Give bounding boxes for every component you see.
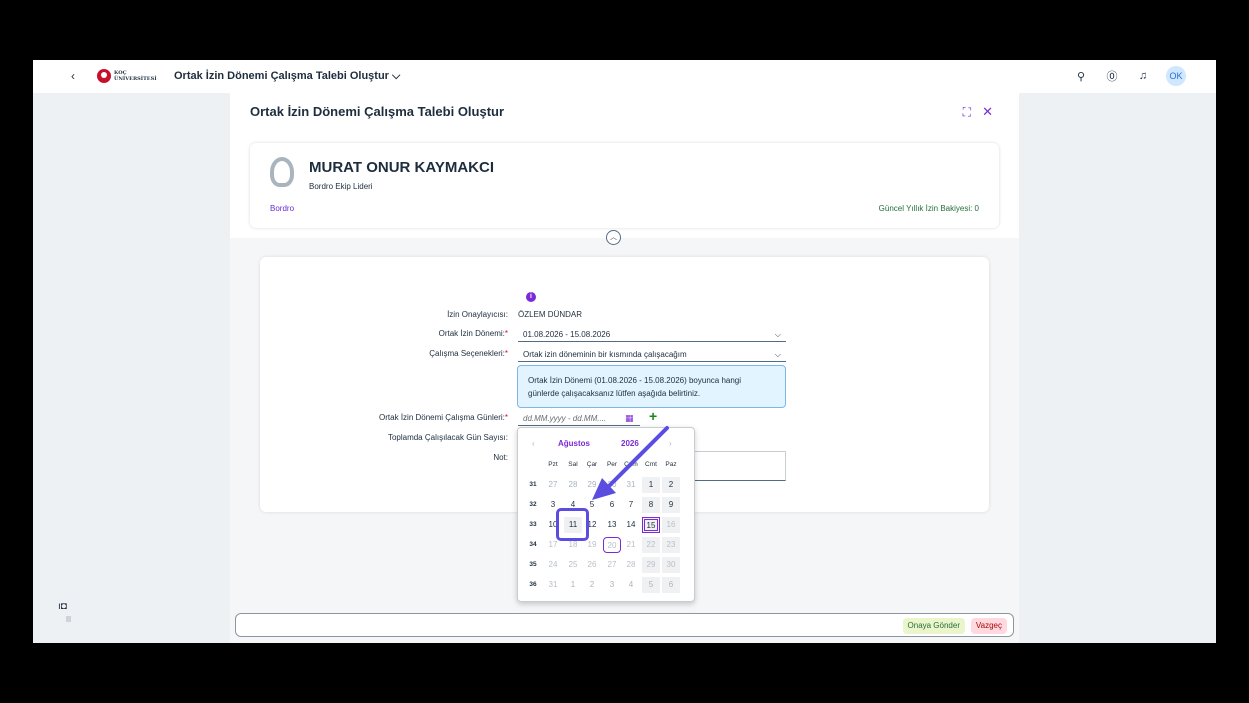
fullscreen-icon[interactable]: ⛶ — [963, 105, 971, 120]
weekday-header: Cmt — [645, 461, 657, 468]
cancel-button[interactable]: Vazgeç — [970, 618, 1007, 634]
month-button[interactable]: Ağustos — [558, 439, 590, 448]
calendar-day: 27 — [607, 560, 617, 569]
weekday-header: Cum — [624, 461, 638, 468]
next-month-icon[interactable]: › — [669, 439, 672, 448]
weekday-header: Çar — [586, 461, 598, 468]
week-number: 32 — [529, 501, 537, 508]
info-icon[interactable]: i — [526, 292, 536, 302]
ku-logo[interactable]: KOÇ ÜNİVERSİTESİ — [97, 69, 157, 83]
period-label: Ortak İzin Dönemi:* — [438, 329, 508, 338]
calendar-day: 31 — [626, 480, 636, 489]
assistant-indicator — [66, 616, 71, 622]
week-number: 34 — [529, 541, 537, 548]
user-avatar[interactable]: OK — [1166, 66, 1186, 86]
calendar-day: 30 — [607, 480, 617, 489]
leave-balance: Güncel Yıllık İzin Bakiyesi: 0 — [878, 204, 979, 213]
calendar-day: 6 — [662, 577, 680, 593]
add-range-button[interactable]: + — [649, 408, 657, 424]
calendar-day: 4 — [628, 580, 634, 589]
week-number: 35 — [529, 561, 537, 568]
week-number: 36 — [529, 581, 537, 588]
weekday-header: Pzt — [548, 461, 558, 468]
calendar-day: 23 — [662, 537, 680, 553]
calendar-day[interactable]: 15 — [642, 517, 660, 533]
calendar-day: 5 — [642, 577, 660, 593]
employee-name: MURAT ONUR KAYMAKCI — [309, 159, 494, 176]
calendar-day: 28 — [626, 560, 636, 569]
weekday-header: Per — [606, 461, 618, 468]
chevron-down-icon: ⌵ — [774, 350, 781, 359]
calendar-day[interactable]: 8 — [642, 497, 660, 513]
search-icon[interactable]: ⚲ — [1073, 70, 1089, 83]
days-label: Ortak İzin Dönemi Çalışma Günleri:* — [379, 413, 508, 422]
shell-actions: ⚲ ⓪ ♫ OK — [1073, 66, 1186, 86]
footer-bar: Onaya Gönder Vazgeç — [235, 613, 1014, 637]
calendar-day: 21 — [626, 540, 636, 549]
calendar-day: 25 — [568, 560, 578, 569]
back-icon[interactable]: ‹ — [71, 69, 75, 83]
weekday-header: Paz — [665, 461, 677, 468]
calendar-day[interactable]: 14 — [622, 517, 640, 533]
calendar-day: 27 — [548, 480, 558, 489]
year-button[interactable]: 2026 — [621, 439, 639, 448]
bell-icon[interactable]: ♫ — [1135, 70, 1151, 82]
employee-department[interactable]: Bordro — [270, 204, 294, 213]
approver-value: ÖZLEM DÜNDAR — [518, 310, 583, 319]
week-number: 33 — [529, 521, 537, 528]
option-select[interactable]: Ortak izin döneminin bir kısmında çalışa… — [518, 348, 786, 362]
week-number: 31 — [529, 481, 537, 488]
calendar-day: 28 — [568, 480, 578, 489]
shell-bar: ‹ KOÇ ÜNİVERSİTESİ Ortak İzin Dönemi Çalı… — [33, 60, 1216, 93]
note-label: Not: — [493, 453, 508, 462]
info-message: Ortak İzin Dönemi (01.08.2026 - 15.08.20… — [517, 365, 786, 408]
assistant-icon[interactable]: ı◘ — [58, 601, 80, 613]
dialog-header: Ortak İzin Dönemi Çalışma Talebi Oluştur… — [230, 93, 1019, 238]
highlight-box — [556, 508, 589, 541]
submit-button[interactable]: Onaya Gönder — [902, 618, 965, 634]
calendar-day: 22 — [642, 537, 660, 553]
calendar-day: 26 — [587, 560, 597, 569]
calendar-day[interactable]: 6 — [603, 497, 621, 513]
calendar-day: 29 — [642, 557, 660, 573]
date-range-input[interactable]: dd.MM.yyyy - dd.MM.... — [518, 412, 640, 426]
calendar-day[interactable]: 9 — [662, 497, 680, 513]
help-icon[interactable]: ⓪ — [1104, 68, 1120, 84]
approver-label: İzin Onaylayıcısı: — [447, 310, 508, 319]
weekday-header: Sal — [568, 461, 578, 468]
close-icon[interactable]: ✕ — [982, 104, 993, 120]
calendar-day: 1 — [570, 580, 576, 589]
calendar-day: 24 — [548, 560, 558, 569]
chevron-down-icon: ⌵ — [774, 330, 781, 339]
calendar-icon[interactable]: ▦ — [625, 413, 634, 424]
calendar-day: 30 — [662, 557, 680, 573]
employee-avatar-icon — [270, 157, 294, 187]
calendar-day: 29 — [587, 480, 597, 489]
page-title: Ortak İzin Dönemi Çalışma Talebi Oluştur — [250, 104, 505, 119]
calendar-day: 31 — [548, 580, 558, 589]
date-picker-popover: ‹ Ağustos 2026 › Pzt Sal Çar Per Cum Cmt Paz 31… — [517, 427, 695, 602]
calendar-day: 20 — [603, 537, 621, 553]
app-title-menu[interactable]: Ortak İzin Dönemi Çalışma Talebi Oluştur… — [174, 70, 400, 83]
calendar-day[interactable]: 2 — [662, 477, 680, 493]
calendar-day: 2 — [589, 580, 595, 589]
prev-month-icon[interactable]: ‹ — [532, 439, 535, 448]
collapse-header-button[interactable]: ︿ — [606, 230, 621, 245]
employee-card: MURAT ONUR KAYMAKCI Bordro Ekip Lideri B… — [250, 143, 999, 228]
employee-role: Bordro Ekip Lideri — [309, 182, 373, 191]
period-select[interactable]: 01.08.2026 - 15.08.2026 ⌵ — [518, 328, 786, 342]
calendar-day: 3 — [609, 580, 615, 589]
total-days-label: Toplamda Çalışılacak Gün Sayısı: — [387, 433, 508, 442]
calendar-day[interactable]: 1 — [642, 477, 660, 493]
calendar-day[interactable]: 7 — [622, 497, 640, 513]
calendar-day: 16 — [662, 517, 680, 533]
logo-mark-icon — [97, 69, 111, 83]
option-label: Çalışma Seçenekleri:* — [429, 349, 508, 358]
calendar-day[interactable]: 13 — [603, 517, 621, 533]
